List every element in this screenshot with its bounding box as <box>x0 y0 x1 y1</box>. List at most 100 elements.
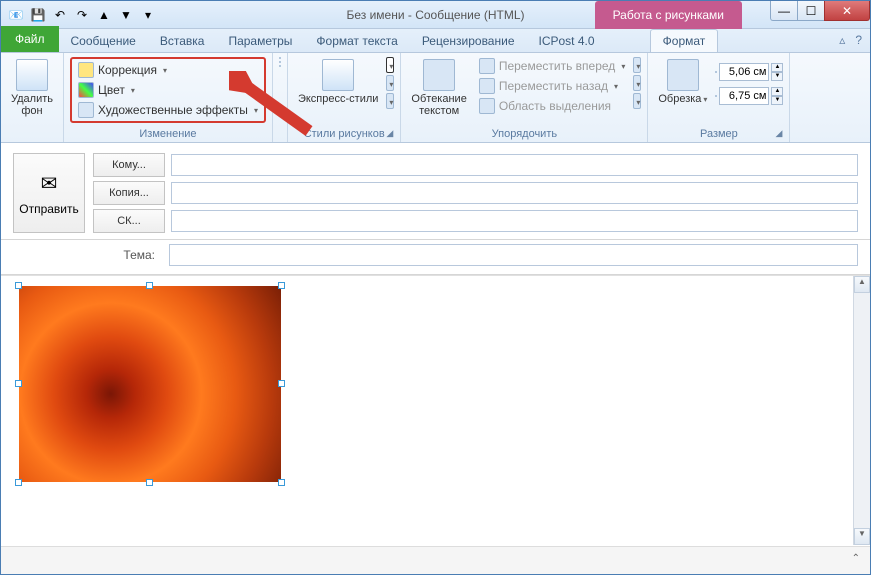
width-down[interactable]: ▼ <box>771 96 783 105</box>
express-styles-button[interactable]: Экспресс-стили <box>294 57 382 126</box>
cc-input[interactable] <box>171 182 858 204</box>
corrections-button[interactable]: Коррекция <box>74 61 262 79</box>
bring-forward-icon <box>479 58 495 74</box>
save-icon[interactable]: 💾 <box>29 6 47 24</box>
styles-launcher-icon[interactable]: ◢ <box>386 128 398 140</box>
prev-icon[interactable]: ▲ <box>95 6 113 24</box>
minimize-ribbon-icon[interactable]: ▵ <box>839 33 845 47</box>
help-icon[interactable]: ? <box>855 33 862 47</box>
tab-file[interactable]: Файл <box>1 26 59 52</box>
group-remove-bg: Удалить фон <box>1 53 64 142</box>
tab-options[interactable]: Параметры <box>216 30 304 52</box>
width-up[interactable]: ▲ <box>771 87 783 96</box>
height-icon <box>715 71 717 73</box>
rotate-handle[interactable] <box>146 275 154 276</box>
qat-customize-icon[interactable]: ▾ <box>139 6 157 24</box>
width-field[interactable]: ▲▼ <box>715 87 783 105</box>
bcc-button[interactable]: СК... <box>93 209 165 233</box>
compress-icon[interactable] <box>279 57 281 59</box>
cc-button[interactable]: Копия... <box>93 181 165 205</box>
app-icon[interactable]: 📧 <box>7 6 25 24</box>
resize-handle[interactable] <box>15 479 22 486</box>
reset-picture-icon[interactable] <box>279 65 281 67</box>
subject-row: Тема: <box>1 240 870 275</box>
picture-tools-tab: Работа с рисунками <box>595 1 742 29</box>
to-button[interactable]: Кому... <box>93 153 165 177</box>
picture-effects-icon[interactable] <box>386 75 394 91</box>
selected-image[interactable] <box>19 286 281 482</box>
effects-icon <box>78 102 94 118</box>
resize-handle[interactable] <box>146 479 153 486</box>
tab-message[interactable]: Сообщение <box>59 30 148 52</box>
bcc-input[interactable] <box>171 210 858 232</box>
resize-handle[interactable] <box>278 282 285 289</box>
group-icon <box>633 75 641 91</box>
group-change: Коррекция Цвет Художественные эффекты Из… <box>64 53 273 142</box>
selection-pane-button: Область выделения <box>475 97 630 115</box>
group-styles-label: Стили рисунков <box>294 126 394 140</box>
subject-label: Тема: <box>13 248 163 262</box>
status-footer: ⌃ <box>1 546 870 574</box>
next-icon[interactable]: ▼ <box>117 6 135 24</box>
artistic-effects-button[interactable]: Художественные эффекты <box>74 101 262 119</box>
crop-button[interactable]: Обрезка <box>654 57 711 126</box>
color-button[interactable]: Цвет <box>74 81 262 99</box>
to-input[interactable] <box>171 154 858 176</box>
width-input[interactable] <box>719 87 769 105</box>
send-backward-icon <box>479 78 495 94</box>
subject-input[interactable] <box>169 244 858 266</box>
minimize-button[interactable]: — <box>770 1 798 21</box>
group-arrange-label: Упорядочить <box>407 126 641 140</box>
rotate-icon[interactable] <box>633 93 641 109</box>
tab-format[interactable]: Формат <box>650 29 719 52</box>
message-body[interactable]: ▲ ▼ <box>1 275 870 545</box>
tab-review[interactable]: Рецензирование <box>410 30 527 52</box>
wrap-text-button[interactable]: Обтекание текстом <box>407 57 470 126</box>
group-change-label: Изменение <box>70 126 266 140</box>
undo-icon[interactable]: ↶ <box>51 6 69 24</box>
group-arrange: Обтекание текстом Переместить вперед Пер… <box>401 53 648 142</box>
resize-handle[interactable] <box>146 282 153 289</box>
height-input[interactable] <box>719 63 769 81</box>
window-controls: — ☐ ✕ <box>771 1 870 21</box>
group-misc-icons <box>273 53 288 142</box>
ribbon: Удалить фон Коррекция Цвет Художественны… <box>1 53 870 143</box>
group-picture-styles: Экспресс-стили Стили рисунков ◢ <box>288 53 401 142</box>
tab-insert[interactable]: Вставка <box>148 30 217 52</box>
quick-access-toolbar: 📧 💾 ↶ ↷ ▲ ▼ ▾ <box>1 6 157 24</box>
height-field[interactable]: ▲▼ <box>715 63 783 81</box>
resize-handle[interactable] <box>278 479 285 486</box>
brightness-icon <box>78 62 94 78</box>
height-down[interactable]: ▼ <box>771 72 783 81</box>
title-bar: 📧 💾 ↶ ↷ ▲ ▼ ▾ Без имени - Сообщение (HTM… <box>1 1 870 29</box>
compose-header: ✉ Отправить Кому... Копия... СК... <box>1 143 870 240</box>
palette-icon <box>78 82 94 98</box>
scroll-down-icon[interactable]: ▼ <box>854 528 870 545</box>
vertical-scrollbar[interactable]: ▲ ▼ <box>853 276 870 545</box>
resize-handle[interactable] <box>15 282 22 289</box>
tab-icpost[interactable]: ICPost 4.0 <box>527 30 607 52</box>
close-button[interactable]: ✕ <box>824 1 870 21</box>
size-launcher-icon[interactable]: ◢ <box>775 128 787 140</box>
envelope-icon: ✉ <box>41 171 58 196</box>
align-icon <box>633 57 641 73</box>
bring-forward-button: Переместить вперед <box>475 57 630 75</box>
change-picture-icon[interactable] <box>279 61 281 63</box>
tab-format-text[interactable]: Формат текста <box>304 30 409 52</box>
maximize-button[interactable]: ☐ <box>797 1 825 21</box>
picture-layout-icon[interactable] <box>386 93 394 109</box>
height-up[interactable]: ▲ <box>771 63 783 72</box>
scroll-up-icon[interactable]: ▲ <box>854 276 870 293</box>
remove-background-button[interactable]: Удалить фон <box>7 57 57 140</box>
group-size: Обрезка ▲▼ ▲▼ Размер ◢ <box>648 53 790 142</box>
send-backward-button: Переместить назад <box>475 77 630 95</box>
send-button[interactable]: ✉ Отправить <box>13 153 85 233</box>
redo-icon[interactable]: ↷ <box>73 6 91 24</box>
ribbon-tabs: Файл Сообщение Вставка Параметры Формат … <box>1 29 870 53</box>
picture-border-icon[interactable] <box>386 57 394 73</box>
resize-handle[interactable] <box>15 380 22 387</box>
expand-icon[interactable]: ⌃ <box>852 553 860 564</box>
resize-handle[interactable] <box>278 380 285 387</box>
width-icon <box>715 95 717 97</box>
window-title: Без имени - Сообщение (HTML) <box>346 8 524 22</box>
